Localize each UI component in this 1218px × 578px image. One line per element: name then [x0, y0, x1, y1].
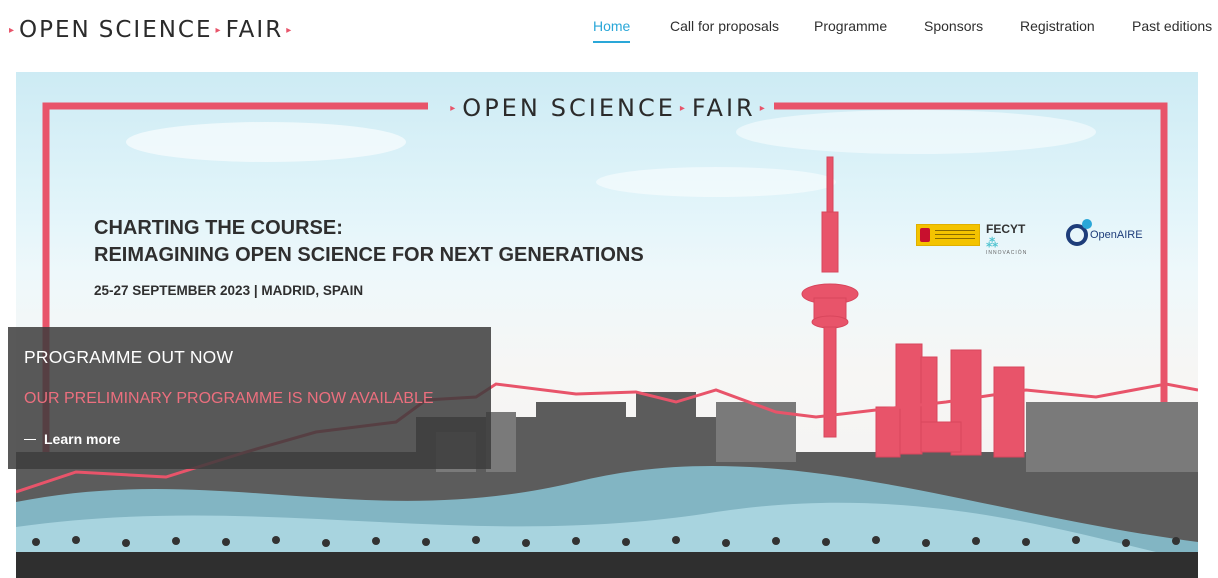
nav-past-editions[interactable]: Past editions — [1132, 18, 1212, 34]
learn-more-link[interactable]: Learn more — [24, 431, 120, 447]
nav-registration[interactable]: Registration — [1020, 18, 1095, 34]
spanish-government-logo[interactable] — [916, 224, 980, 246]
nav-sponsors[interactable]: Sponsors — [924, 18, 983, 34]
site-header: ▸ OPEN SCIENCE ▸ FAIR ▸ Home Call for pr… — [0, 0, 1218, 72]
hero-banner: ▸ OPEN SCIENCE ▸ FAIR ▸ CHARTING THE COU… — [16, 72, 1198, 578]
openaire-ring-icon — [1066, 219, 1092, 246]
nav-home[interactable]: Home — [593, 18, 631, 43]
coat-of-arms-icon — [920, 228, 930, 242]
promo-title: PROGRAMME OUT NOW — [24, 347, 234, 367]
bottom-bar — [16, 560, 1198, 578]
molecule-icon: ⁂ — [986, 236, 999, 250]
active-underline — [593, 41, 631, 43]
promo-subtitle: OUR PRELIMINARY PROGRAMME IS NOW AVAILAB… — [24, 390, 434, 407]
hero-frame-title: ▸ OPEN SCIENCE ▸ FAIR ▸ — [450, 94, 768, 122]
triangle-icon: ▸ — [679, 102, 688, 114]
hero-headline: CHARTING THE COURSE: REIMAGINING OPEN SC… — [94, 217, 644, 266]
triangle-icon: ▸ — [450, 102, 459, 114]
programme-promo-card: PROGRAMME OUT NOW OUR PRELIMINARY PROGRA… — [8, 327, 491, 469]
main-nav: Home Call for proposals Programme Sponso… — [0, 18, 1218, 43]
fecyt-logo[interactable]: FECYT ⁂ INNOVACIÓN — [986, 222, 1027, 256]
triangle-icon: ▸ — [759, 102, 768, 114]
madrid-skyline-illustration — [16, 102, 1198, 578]
nav-call-for-proposals[interactable]: Call for proposals — [670, 18, 779, 34]
openaire-logo[interactable]: OpenAIRE — [1066, 219, 1143, 246]
dash-icon — [24, 438, 36, 440]
nav-programme[interactable]: Programme — [814, 18, 887, 34]
event-dates: 25-27 SEPTEMBER 2023 | MADRID, SPAIN — [94, 283, 364, 298]
